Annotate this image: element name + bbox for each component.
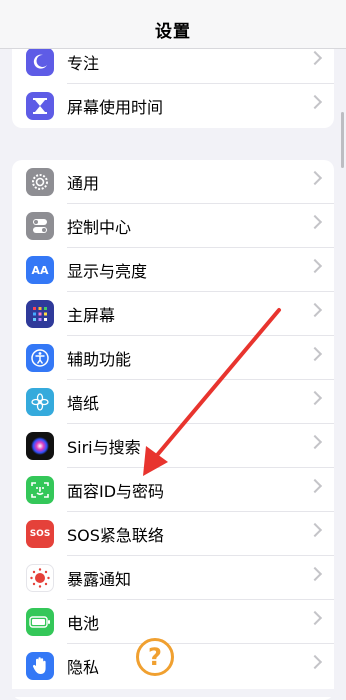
navigation-bar: 设置: [0, 0, 346, 49]
row-face-id-passcode[interactable]: 面容ID与密码: [12, 468, 334, 512]
row-exposure-notifications[interactable]: 暴露通知: [12, 556, 334, 600]
chevron-right-icon: [307, 346, 323, 362]
row-emergency-sos[interactable]: SOS SOS紧急联络: [12, 512, 334, 556]
row-display-brightness-label: 显示与亮度: [67, 262, 148, 281]
chevron-right-icon: [307, 610, 323, 626]
row-wallpaper[interactable]: 墙纸: [12, 380, 334, 424]
face-id-icon: [26, 476, 54, 504]
battery-icon: [26, 608, 54, 636]
moon-icon: [26, 48, 54, 76]
toggles-icon: [26, 212, 54, 240]
chevron-right-icon: [307, 170, 323, 186]
row-siri-search-label: Siri与搜索: [67, 438, 141, 457]
chevron-right-icon: [307, 654, 323, 670]
row-general[interactable]: 通用: [12, 160, 334, 204]
row-accessibility[interactable]: 辅助功能: [12, 336, 334, 380]
sos-icon: SOS: [26, 520, 54, 548]
row-battery-label: 电池: [67, 614, 100, 633]
siri-icon: [26, 432, 54, 460]
chevron-right-icon: [307, 302, 323, 318]
chevron-right-icon: [307, 94, 323, 110]
row-display-brightness[interactable]: AA 显示与亮度: [12, 248, 334, 292]
scroll-indicator: [341, 112, 344, 168]
text-size-icon: AA: [26, 256, 54, 284]
row-emergency-sos-label: SOS紧急联络: [67, 526, 164, 545]
row-screen-time-label: 屏幕使用时间: [67, 98, 164, 117]
row-control-center[interactable]: 控制中心: [12, 204, 334, 248]
chevron-right-icon: [307, 390, 323, 406]
row-general-label: 通用: [67, 174, 100, 193]
page-title: 设置: [155, 21, 191, 42]
row-privacy-label: 隐私: [67, 658, 100, 677]
row-focus-label: 专注: [67, 54, 100, 73]
row-exposure-notifications-label: 暴露通知: [67, 570, 132, 589]
chevron-right-icon: [307, 434, 323, 450]
gear-icon: [26, 168, 54, 196]
settings-group-main: 通用 控制中心 AA 显示与亮度 主屏幕 辅助功能 墙纸 Siri与搜索 面容I…: [12, 160, 334, 700]
chevron-right-icon: [307, 478, 323, 494]
sos-icon-text: SOS: [29, 529, 51, 539]
row-home-screen-label: 主屏幕: [67, 306, 116, 325]
hourglass-icon: [26, 92, 54, 120]
home-grid-icon: [26, 300, 54, 328]
row-siri-search[interactable]: Siri与搜索: [12, 424, 334, 468]
text-size-icon-text: AA: [31, 263, 49, 277]
accessibility-icon: [26, 344, 54, 372]
row-battery[interactable]: 电池: [12, 600, 334, 644]
chevron-right-icon: [307, 566, 323, 582]
help-button[interactable]: ?: [136, 638, 174, 676]
row-face-id-passcode-label: 面容ID与密码: [67, 482, 165, 501]
row-accessibility-label: 辅助功能: [67, 350, 132, 369]
chevron-right-icon: [307, 258, 323, 274]
chevron-right-icon: [307, 522, 323, 538]
row-wallpaper-label: 墙纸: [67, 394, 100, 413]
hand-icon: [26, 652, 54, 680]
chevron-right-icon: [307, 214, 323, 230]
settings-group-focus: 专注 屏幕使用时间: [12, 40, 334, 128]
question-icon: ?: [148, 643, 162, 671]
flower-icon: [26, 388, 54, 416]
row-control-center-label: 控制中心: [67, 218, 132, 237]
row-screen-time[interactable]: 屏幕使用时间: [12, 84, 334, 128]
bottom-safe-area: [0, 689, 346, 697]
exposure-icon: [26, 564, 54, 592]
row-home-screen[interactable]: 主屏幕: [12, 292, 334, 336]
chevron-right-icon: [307, 50, 323, 66]
